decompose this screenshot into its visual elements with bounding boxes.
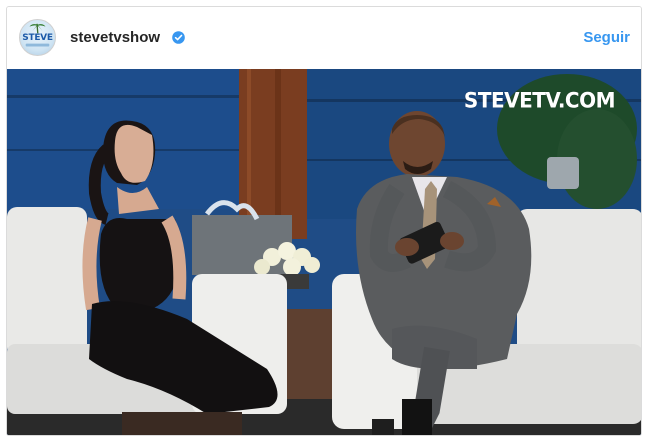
avatar[interactable]: STEVE <box>19 19 56 56</box>
instagram-post: STEVE stevetvshow Seguir STEVETV.COM <box>6 6 642 436</box>
post-media[interactable]: STEVETV.COM <box>7 69 641 435</box>
post-header: STEVE stevetvshow Seguir <box>7 7 641 69</box>
watermark: STEVETV.COM <box>463 87 616 113</box>
verified-badge-icon <box>172 31 185 44</box>
username[interactable]: stevetvshow <box>70 29 160 46</box>
talk-show-scene <box>7 69 641 435</box>
avatar-logo-text: STEVE <box>22 33 53 43</box>
follow-button[interactable]: Seguir <box>583 29 630 46</box>
